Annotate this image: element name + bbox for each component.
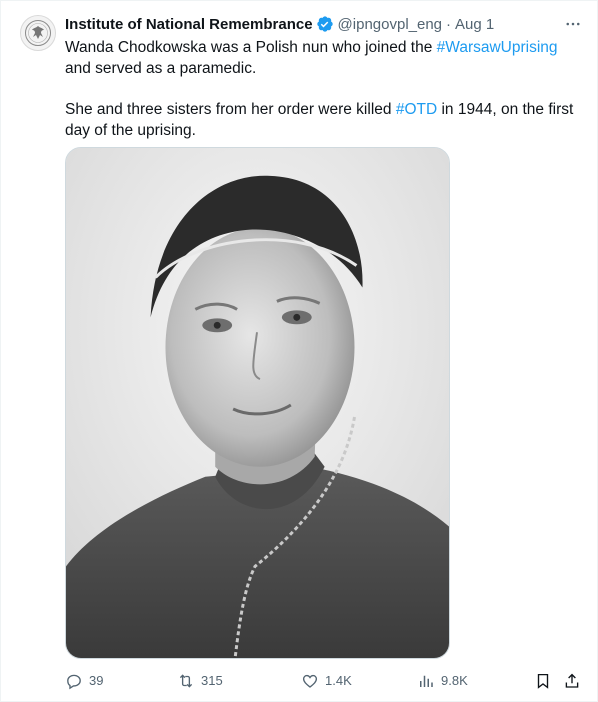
views-chart-icon (420, 675, 433, 687)
hashtag-otd[interactable]: #OTD (396, 101, 437, 118)
tweet-header: Institute of National Remembrance @ipngo… (65, 13, 494, 35)
tweet-card[interactable]: Institute of National Remembrance @ipngo… (0, 0, 598, 702)
share-icon[interactable] (561, 670, 583, 692)
text-segment: and served as a paramedic. (65, 60, 257, 77)
separator-dot: · (446, 15, 452, 33)
author-name[interactable]: Institute of National Remembrance (65, 16, 313, 33)
author-handle[interactable]: @ipngovpl_eng (338, 16, 442, 33)
text-segment: She and three sisters from her order wer… (65, 101, 396, 118)
verified-badge-icon[interactable] (316, 15, 334, 33)
views-count: 9.8K (441, 673, 468, 688)
hashtag-warsawuprising[interactable]: #WarsawUprising (437, 39, 558, 56)
avatar[interactable] (20, 15, 56, 51)
tweet-text: Wanda Chodkowska was a Polish nun who jo… (65, 37, 580, 141)
tweet-date[interactable]: Aug 1 (455, 16, 494, 33)
tweet-photo[interactable] (65, 147, 450, 659)
reply-count: 39 (89, 673, 104, 688)
portrait-photo (66, 148, 449, 658)
tweet-paragraph-1: Wanda Chodkowska was a Polish nun who jo… (65, 37, 580, 79)
views-button[interactable]: 9.8K (417, 670, 468, 692)
heart-icon (302, 674, 318, 688)
text-segment: Wanda Chodkowska was a Polish nun who jo… (65, 39, 437, 56)
retweet-count: 315 (201, 673, 223, 688)
like-count: 1.4K (325, 673, 352, 688)
reply-icon (67, 674, 81, 690)
retweet-button[interactable]: 315 (177, 670, 223, 692)
tweet-paragraph-2: She and three sisters from her order wer… (65, 99, 580, 141)
reply-button[interactable]: 39 (65, 670, 103, 692)
retweet-icon (179, 674, 193, 688)
bookmark-icon[interactable] (532, 670, 554, 692)
more-icon[interactable] (561, 13, 585, 35)
tweet-actions: 39 315 1.4K 9.8K (65, 670, 585, 692)
eagle-emblem-icon (25, 20, 51, 46)
like-button[interactable]: 1.4K (301, 670, 352, 692)
